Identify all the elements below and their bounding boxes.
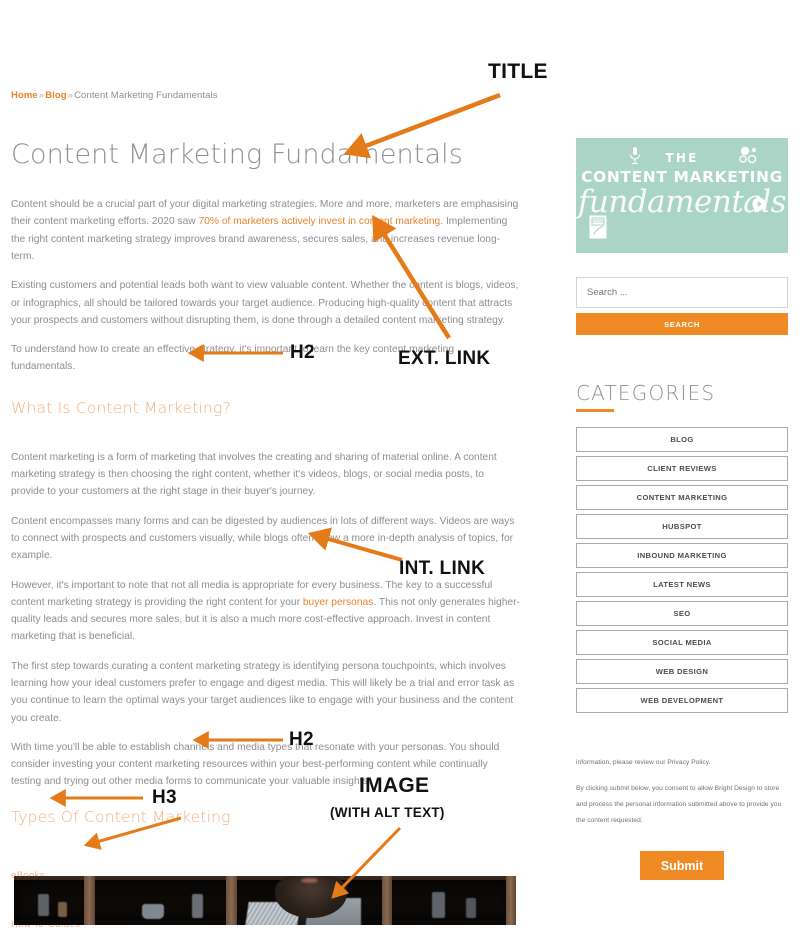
article-main-column: Home»Blog»Content Marketing Fundamentals… (10, 90, 520, 930)
search-widget: SEARCH (576, 277, 788, 335)
category-item-seo[interactable]: SEO (576, 601, 788, 626)
categories-list: BLOG CLIENT REVIEWS CONTENT MARKETING HU… (576, 427, 788, 713)
photo-person (239, 876, 389, 925)
article-image-content (14, 876, 516, 925)
privacy-text-line-2: By clicking submit below, you consent to… (576, 785, 782, 824)
sidebar: THE CONTENT MARKETING fundamentals Searc… (576, 138, 788, 880)
microphone-icon (629, 147, 641, 165)
article-paragraph-2: Existing customers and potential leads b… (11, 280, 519, 326)
annotation-label-title: TITLE (488, 60, 548, 83)
breadcrumb-separator-2: » (67, 90, 74, 101)
sidebar-banner-content-marketing-fundamentals[interactable]: THE CONTENT MARKETING fundamentals (576, 138, 788, 253)
breadcrumb: Home»Blog»Content Marketing Fundamentals (11, 90, 520, 101)
article-paragraph-1: Content should be a crucial part of your… (11, 196, 520, 265)
photo-jar-3 (192, 894, 203, 918)
article-paragraph-4: Content marketing is a form of marketing… (11, 451, 497, 498)
category-item-inbound-marketing[interactable]: INBOUND MARKETING (576, 543, 788, 568)
article-paragraph-7: The first step towards curating a conten… (11, 660, 515, 724)
article-paragraph-6: However, it's important to note that not… (11, 577, 520, 646)
play-icon[interactable] (752, 197, 766, 211)
photo-shelf-post-4 (506, 876, 516, 925)
article-image (14, 876, 516, 925)
photo-shelf-post-1 (84, 876, 95, 925)
category-item-hubspot[interactable]: HUBSPOT (576, 514, 788, 539)
category-item-blog[interactable]: BLOG (576, 427, 788, 452)
search-button[interactable]: SEARCH (576, 313, 788, 335)
search-input[interactable] (576, 277, 788, 308)
article-paragraph-8: With time you'll be able to establish ch… (11, 741, 500, 788)
blog-article-page: Home»Blog»Content Marketing Fundamentals… (0, 0, 800, 930)
privacy-consent-block: information, please review our Privacy P… (576, 755, 788, 880)
categories-heading: CATEGORIES (576, 381, 716, 405)
photo-mug (142, 904, 164, 919)
category-item-content-marketing[interactable]: CONTENT MARKETING (576, 485, 788, 510)
breadcrumb-link-blog[interactable]: Blog (45, 90, 67, 101)
heading-what-is-content-marketing: What Is Content Marketing? (11, 398, 231, 417)
breadcrumb-link-home[interactable]: Home (11, 90, 38, 101)
internal-link-buyer-personas[interactable]: buyer personas (303, 597, 374, 608)
submit-button[interactable]: Submit (640, 851, 724, 880)
external-link-stat[interactable]: 70% of marketers actively invest in cont… (199, 216, 441, 227)
category-item-client-reviews[interactable]: CLIENT REVIEWS (576, 456, 788, 481)
photo-shelf-post-2 (226, 876, 237, 925)
category-item-web-design[interactable]: WEB DESIGN (576, 659, 788, 684)
photo-jar-4 (432, 892, 445, 918)
privacy-text-line-1: information, please review our Privacy P… (576, 759, 711, 766)
article-paragraph-3: To understand how to create an effective… (11, 344, 454, 373)
photo-jar-5 (466, 898, 476, 918)
breadcrumb-current: Content Marketing Fundamentals (74, 90, 218, 101)
category-item-latest-news[interactable]: LATEST NEWS (576, 572, 788, 597)
categories-heading-underline (576, 409, 614, 412)
heading-types-of-content-marketing: Types Of Content Marketing (11, 807, 231, 826)
category-item-social-media[interactable]: SOCIAL MEDIA (576, 630, 788, 655)
article-paragraph-5: Content encompasses many forms and can b… (11, 515, 515, 562)
photo-person-lips (301, 878, 318, 883)
page-title: Content Marketing Fundamentals (11, 139, 463, 170)
photo-jar-1 (38, 894, 49, 916)
photo-jar-2 (58, 902, 67, 917)
category-item-web-development[interactable]: WEB DEVELOPMENT (576, 688, 788, 713)
document-icon (589, 215, 607, 239)
bubbles-icon (739, 146, 757, 164)
